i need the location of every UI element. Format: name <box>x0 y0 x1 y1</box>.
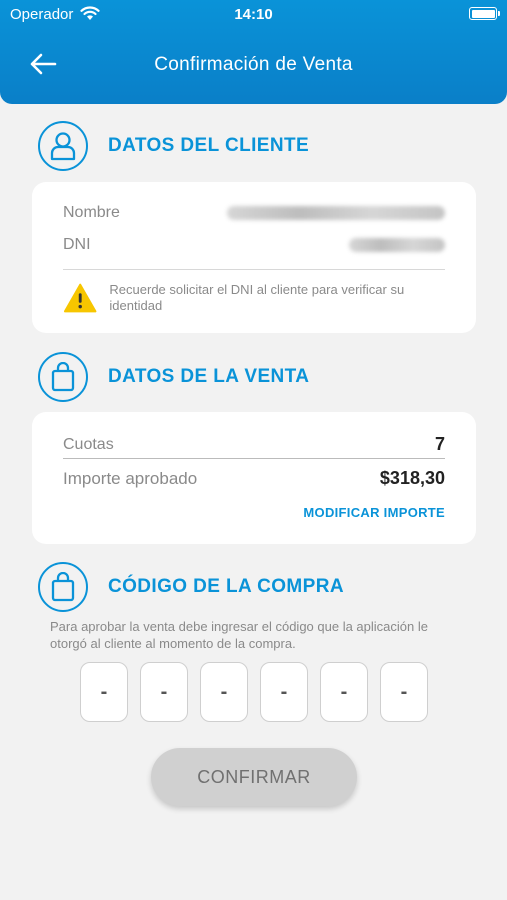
clock: 14:10 <box>234 6 273 23</box>
status-bar: Operador 14:10 <box>0 0 507 30</box>
warning-message: Recuerde solicitar el DNI al cliente par… <box>63 282 445 314</box>
importe-label: Importe aprobado <box>63 468 198 488</box>
code-digit-4[interactable]: - <box>260 662 308 722</box>
confirm-button[interactable]: CONFIRMAR <box>151 748 357 806</box>
cuotas-value: 7 <box>434 434 445 454</box>
purchase-code-section-title: CÓDIGO DE LA COMPRA <box>108 576 344 597</box>
client-section-header: DATOS DEL CLIENTE <box>38 120 309 172</box>
code-digit-2[interactable]: - <box>140 662 188 722</box>
divider <box>63 269 445 270</box>
client-dni-row: DNI <box>63 236 445 254</box>
code-digit-1[interactable]: - <box>80 662 128 722</box>
warning-text: Recuerde solicitar el DNI al cliente par… <box>109 282 405 313</box>
shopping-bag-icon <box>38 352 88 402</box>
dni-label: DNI <box>63 236 91 253</box>
cuotas-row: Cuotas 7 <box>63 434 445 455</box>
name-label: Nombre <box>63 204 120 221</box>
app-header: Operador 14:10 Confirmación de Venta <box>0 0 507 104</box>
purchase-code-section-header: CÓDIGO DE LA COMPRA <box>38 561 344 613</box>
importe-row: Importe aprobado $318,30 <box>63 468 445 489</box>
code-digit-5[interactable]: - <box>320 662 368 722</box>
battery-icon <box>469 7 500 20</box>
dni-value-redacted <box>349 238 445 252</box>
purchase-code-input: - - - - - - <box>80 662 428 722</box>
client-name-row: Nombre <box>63 204 445 222</box>
name-value-redacted <box>227 206 445 220</box>
client-section-title: DATOS DEL CLIENTE <box>108 135 310 156</box>
cuotas-label: Cuotas <box>63 435 114 453</box>
shopping-bag-icon <box>38 562 88 612</box>
sale-section-title: DATOS DE LA VENTA <box>108 366 310 387</box>
sale-card: Cuotas 7 Importe aprobado $318,30 MODIFI… <box>32 412 476 544</box>
code-digit-3[interactable]: - <box>200 662 248 722</box>
user-icon <box>38 121 88 171</box>
client-card: Nombre DNI Recuerde solicitar el DNI al … <box>32 182 476 333</box>
purchase-code-instructions: Para aprobar la venta debe ingresar el c… <box>50 619 428 651</box>
sale-section-header: DATOS DE LA VENTA <box>38 351 309 403</box>
page-title: Confirmación de Venta <box>154 54 353 75</box>
importe-value: $318,30 <box>379 468 445 488</box>
warning-icon <box>63 283 97 313</box>
code-digit-6[interactable]: - <box>380 662 428 722</box>
divider <box>63 458 445 459</box>
modify-amount-link[interactable]: MODIFICAR IMPORTE <box>303 505 445 520</box>
